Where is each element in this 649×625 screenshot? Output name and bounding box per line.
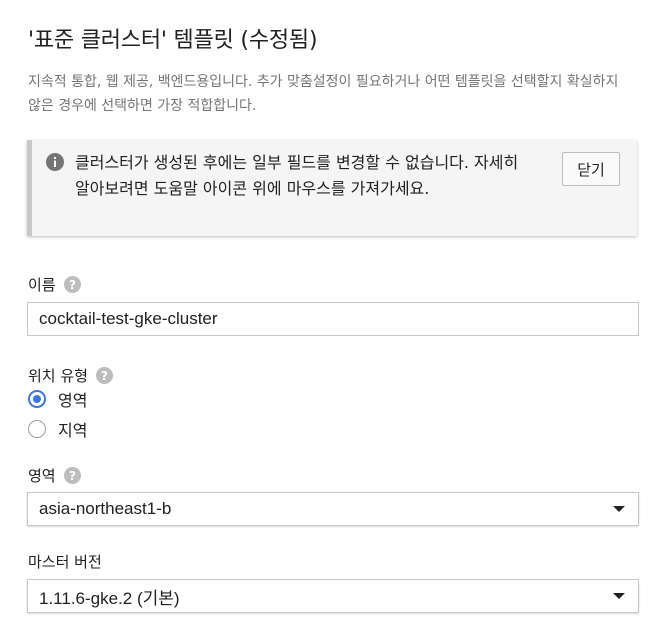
name-label: 이름 <box>28 276 56 294</box>
radio-button[interactable] <box>28 420 46 438</box>
svg-text:?: ? <box>69 469 76 483</box>
location-type-label: 위치 유형 <box>28 367 88 385</box>
master-version-select[interactable]: 1.11.6-gke.2 (기본) <box>27 579 639 613</box>
zone-select-value: asia-northeast1-b <box>39 499 172 518</box>
master-version-label-row: 마스터 버전 <box>28 551 102 572</box>
master-version-select-value: 1.11.6-gke.2 (기본) <box>39 588 180 608</box>
name-label-row: 이름 ? <box>28 274 81 295</box>
cluster-name-input[interactable] <box>27 302 639 336</box>
page-description: 지속적 통합, 웹 제공, 백엔드용입니다. 추가 맞춤설정이 필요하거나 어떤… <box>28 74 619 114</box>
dropdown-arrow-icon <box>613 506 625 512</box>
radio-zone-option[interactable]: 영역 <box>28 387 87 411</box>
radio-label: 영역 <box>58 391 88 410</box>
zone-select[interactable]: asia-northeast1-b <box>27 492 639 526</box>
master-version-label: 마스터 버전 <box>28 553 102 571</box>
dropdown-arrow-icon <box>613 593 625 599</box>
notice-message: 클러스터가 생성된 후에는 일부 필드를 변경할 수 없습니다. 자세히 알아보… <box>75 153 519 198</box>
help-icon[interactable]: ? <box>95 367 113 384</box>
info-notice: 클러스터가 생성된 후에는 일부 필드를 변경할 수 없습니다. 자세히 알아보… <box>27 140 637 236</box>
radio-region-option[interactable]: 지역 <box>28 417 87 441</box>
help-icon[interactable]: ? <box>63 276 81 293</box>
zone-label: 영역 <box>28 467 56 485</box>
close-button[interactable]: 닫기 <box>562 152 620 186</box>
zone-label-row: 영역 ? <box>28 465 81 486</box>
radio-label: 지역 <box>58 421 88 440</box>
help-icon[interactable]: ? <box>63 467 81 484</box>
svg-text:?: ? <box>69 278 76 292</box>
radio-button-selected[interactable] <box>28 390 46 408</box>
page-title: '표준 클러스터' 템플릿 (수정됨) <box>28 28 318 53</box>
info-icon <box>46 153 64 171</box>
location-type-label-row: 위치 유형 ? <box>28 365 113 386</box>
svg-text:?: ? <box>101 369 108 383</box>
